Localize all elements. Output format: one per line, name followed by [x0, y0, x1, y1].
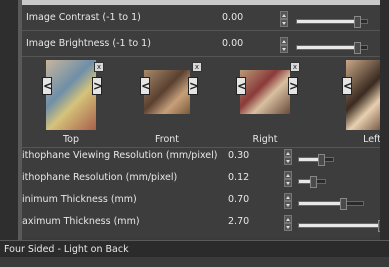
- max-thickness-slider[interactable]: [298, 220, 386, 232]
- spin-down-icon[interactable]: [284, 157, 292, 165]
- brightness-value[interactable]: 0.00: [222, 38, 243, 49]
- contrast-spinner[interactable]: [280, 11, 288, 27]
- brightness-slider-knob[interactable]: [354, 42, 361, 54]
- image-front-prev-button[interactable]: <: [140, 77, 151, 95]
- brightness-label: Image Brightness (-1 to 1): [26, 38, 151, 49]
- max-thickness-row: aximum Thickness (mm) 2.70: [22, 212, 389, 234]
- max-thickness-label: aximum Thickness (mm): [22, 216, 140, 227]
- viewing-res-slider-knob[interactable]: [318, 154, 325, 166]
- image-top-caption: Top: [62, 134, 80, 145]
- settings-panel: Image Contrast (-1 to 1) 0.00 Image Brig…: [22, 5, 389, 237]
- max-thickness-value[interactable]: 2.70: [228, 216, 249, 227]
- contrast-slider-fill: [297, 20, 355, 23]
- spin-up-icon[interactable]: [284, 215, 292, 223]
- mode-bar-label: Four Sided - Light on Back: [4, 244, 129, 255]
- min-thickness-label: inimum Thickness (mm): [22, 194, 137, 205]
- min-thickness-slider-fill: [299, 202, 341, 205]
- contrast-row: Image Contrast (-1 to 1) 0.00: [22, 8, 389, 30]
- left-rail: [0, 0, 22, 267]
- image-top-next-button[interactable]: >: [92, 77, 103, 95]
- image-right-prev-button[interactable]: <: [236, 77, 247, 95]
- viewing-res-slider-fill: [299, 158, 319, 161]
- viewing-res-value[interactable]: 0.30: [228, 150, 249, 161]
- viewing-res-slider[interactable]: [298, 154, 334, 166]
- min-thickness-row: inimum Thickness (mm) 0.70: [22, 190, 389, 212]
- min-thickness-slider-knob[interactable]: [340, 198, 347, 210]
- contrast-label: Image Contrast (-1 to 1): [26, 12, 141, 23]
- image-right-thumbnail[interactable]: [240, 70, 290, 114]
- viewing-res-spinner[interactable]: [284, 149, 292, 165]
- image-left-prev-button[interactable]: <: [342, 77, 353, 95]
- max-thickness-spinner[interactable]: [284, 215, 292, 231]
- image-top-remove-button[interactable]: x: [94, 62, 104, 72]
- res-spinner[interactable]: [284, 171, 292, 187]
- spin-up-icon[interactable]: [280, 11, 288, 19]
- image-front-next-button[interactable]: >: [188, 77, 199, 95]
- contrast-slider[interactable]: [296, 16, 368, 28]
- image-front-caption: Front: [154, 134, 180, 145]
- res-slider[interactable]: [298, 176, 326, 188]
- image-right-next-button[interactable]: >: [288, 77, 299, 95]
- spin-up-icon[interactable]: [280, 37, 288, 45]
- spin-down-icon[interactable]: [284, 223, 292, 231]
- res-value[interactable]: 0.12: [228, 172, 249, 183]
- max-thickness-slider-fill: [299, 224, 379, 227]
- image-top-thumbnail[interactable]: [46, 60, 96, 130]
- res-row: ithophane Resolution (mm/pixel) 0.12: [22, 168, 389, 190]
- mode-bar[interactable]: Four Sided - Light on Back: [0, 240, 389, 258]
- spin-down-icon[interactable]: [280, 45, 288, 53]
- brightness-slider-fill: [297, 46, 355, 49]
- image-top-prev-button[interactable]: <: [42, 77, 53, 95]
- min-thickness-spinner[interactable]: [284, 193, 292, 209]
- spin-up-icon[interactable]: [284, 171, 292, 179]
- footer-area: [0, 257, 389, 267]
- image-right-remove-button[interactable]: x: [290, 62, 300, 72]
- image-right-caption: Right: [252, 134, 278, 145]
- contrast-slider-knob[interactable]: [354, 16, 361, 28]
- spin-up-icon[interactable]: [284, 149, 292, 157]
- min-thickness-slider[interactable]: [298, 198, 364, 210]
- res-label: ithophane Resolution (mm/pixel): [22, 172, 178, 183]
- brightness-slider[interactable]: [296, 42, 368, 54]
- res-slider-knob[interactable]: [310, 176, 317, 188]
- spin-down-icon[interactable]: [280, 19, 288, 27]
- contrast-value[interactable]: 0.00: [222, 12, 243, 23]
- row-divider: [22, 56, 389, 57]
- min-thickness-value[interactable]: 0.70: [228, 194, 249, 205]
- brightness-row: Image Brightness (-1 to 1) 0.00: [22, 34, 389, 56]
- viewing-res-label: ithophane Viewing Resolution (mm/pixel): [22, 150, 218, 161]
- right-scroll-edge: [380, 0, 389, 240]
- app-window: Image Contrast (-1 to 1) 0.00 Image Brig…: [0, 0, 389, 267]
- spin-down-icon[interactable]: [284, 201, 292, 209]
- viewing-res-row: ithophane Viewing Resolution (mm/pixel) …: [22, 146, 389, 168]
- image-front-remove-button[interactable]: x: [192, 62, 202, 72]
- spin-down-icon[interactable]: [284, 179, 292, 187]
- row-divider: [22, 30, 389, 31]
- spin-up-icon[interactable]: [284, 193, 292, 201]
- brightness-spinner[interactable]: [280, 37, 288, 53]
